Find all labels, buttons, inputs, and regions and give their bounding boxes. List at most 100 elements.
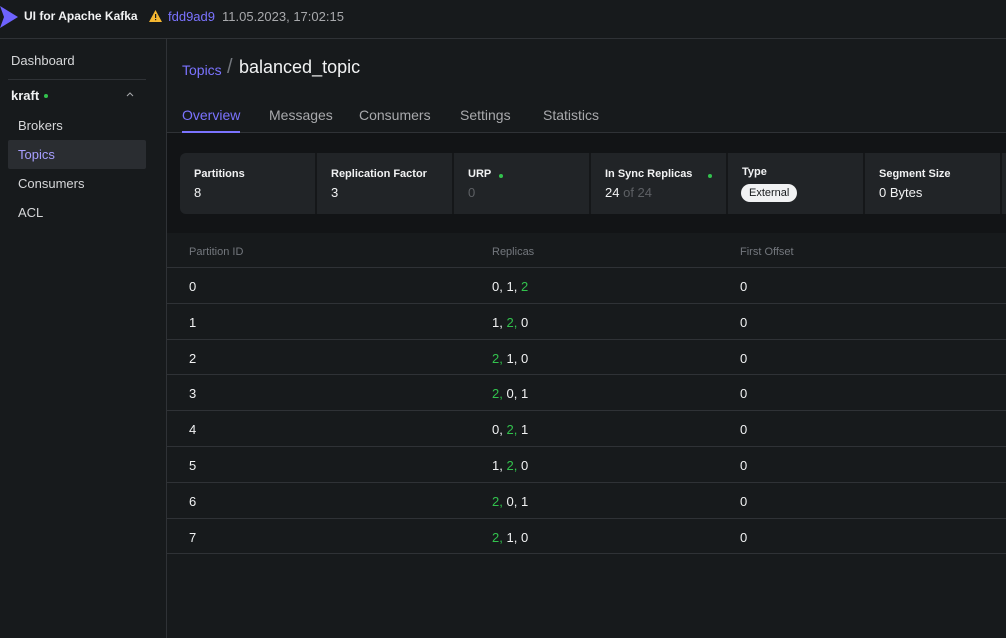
sidebar-item-consumers[interactable]: Consumers: [8, 169, 146, 198]
replica-id: 1: [506, 350, 514, 366]
stat-segment-size: Segment Size 0 Bytes: [865, 153, 1002, 214]
top-bar: UI for Apache Kafka fdd9ad9 11.05.2023, …: [0, 0, 1006, 39]
stat-type: Type External: [728, 153, 865, 214]
stat-value: 0 Bytes: [879, 185, 923, 200]
replica-id: 2: [520, 279, 529, 294]
sidebar-item-acl[interactable]: ACL: [8, 198, 146, 227]
stat-label: Partitions: [194, 168, 245, 180]
stat-partitions: Partitions 8: [180, 153, 317, 214]
stat-value: 8: [194, 185, 202, 200]
breadcrumb-topics-link[interactable]: Topics: [182, 62, 222, 78]
cell-partition-id: 6: [189, 493, 197, 509]
stat-in-sync-replicas: In Sync Replicas 24 of 24: [591, 153, 728, 214]
cell-partition-id: 0: [189, 279, 197, 294]
stat-label: Segment Size: [879, 168, 951, 180]
column-header-first-offset: First Offset: [740, 246, 794, 258]
cell-partition-id: 1: [189, 314, 197, 330]
cell-partition-id: 7: [189, 529, 197, 545]
commit-link[interactable]: fdd9ad9: [168, 9, 215, 24]
replica-id: 1: [506, 279, 514, 294]
sidebar-divider: [8, 79, 146, 80]
cell-first-offset: 0: [740, 493, 748, 509]
stat-value: 24 of 24: [605, 185, 652, 200]
sidebar: Dashboard kraft Brokers Topics Consumers…: [0, 39, 167, 638]
stat-label: In Sync Replicas: [605, 168, 693, 180]
cell-partition-id: 3: [189, 386, 197, 402]
in-sync-status-dot: [708, 174, 712, 178]
stat-value: 0: [468, 185, 476, 200]
table-body: 0 0, 1, 2 0 1 1, 2, 0 0 2 2, 1, 0 0 3 2, 0, 1 0 4 0, …: [167, 268, 1006, 555]
cell-first-offset: 0: [740, 314, 748, 330]
stat-replication-factor: Replication Factor 3: [317, 153, 454, 214]
replica-id: 1: [520, 493, 529, 509]
type-tag: External: [741, 184, 798, 202]
replica-id: 0: [520, 314, 529, 330]
replica-id: 2: [506, 457, 514, 473]
sidebar-item-topics[interactable]: Topics: [8, 140, 146, 169]
cell-replicas: 0, 2, 1: [492, 422, 529, 438]
cell-first-offset: 0: [740, 350, 748, 366]
cell-partition-id: 4: [189, 422, 197, 438]
table-row: 7 2, 1, 00: [167, 519, 1006, 555]
app-title[interactable]: UI for Apache Kafka: [24, 9, 138, 23]
cell-replicas: 1, 2, 0: [492, 314, 529, 330]
tab-settings[interactable]: Settings: [460, 107, 511, 133]
stats-band: Partitions 8 Replication Factor 3 URP 0 …: [167, 133, 1006, 233]
replica-id: 0: [520, 457, 529, 473]
warning-icon: [149, 10, 162, 22]
stat-label: Replication Factor: [331, 168, 427, 180]
sidebar-item-dashboard[interactable]: Dashboard: [11, 53, 75, 68]
tab-statistics[interactable]: Statistics: [543, 107, 599, 133]
stat-urp: URP 0: [454, 153, 591, 214]
cell-replicas: 2, 1, 0: [492, 350, 529, 366]
topic-tabs: Overview Messages Consumers Settings Sta…: [167, 101, 1006, 133]
replica-id: 2: [506, 314, 514, 330]
cell-first-offset: 0: [740, 279, 748, 294]
table-header: Partition ID Replicas First Offset: [167, 233, 1006, 268]
stat-value: 3: [331, 185, 339, 200]
main-content: Topics / balanced_topic Overview Message…: [167, 39, 1006, 638]
table-row: 3 2, 0, 10: [167, 375, 1006, 412]
partitions-table: Partition ID Replicas First Offset 0 0, 1…: [167, 233, 1006, 555]
cluster-name[interactable]: kraft: [11, 88, 39, 103]
cell-partition-id: 2: [189, 350, 197, 366]
table-row: 2 2, 1, 00: [167, 340, 1006, 376]
urp-status-dot: [499, 174, 503, 178]
build-date: 11.05.2023, 17:02:15: [222, 9, 344, 24]
replica-id: 0: [506, 493, 514, 509]
replica-id: 0: [520, 350, 529, 366]
table-row: 0 0, 1, 2 0: [167, 268, 1006, 304]
replica-id: 0: [520, 529, 529, 545]
sidebar-item-brokers[interactable]: Brokers: [8, 111, 146, 140]
tab-consumers[interactable]: Consumers: [359, 107, 431, 133]
tab-overview[interactable]: Overview: [182, 107, 241, 133]
kafka-logo-icon[interactable]: [0, 6, 18, 28]
replica-id: 0: [506, 386, 514, 402]
replica-id: 2: [506, 422, 514, 438]
cell-replicas: 2, 0, 1: [492, 386, 529, 402]
stat-label: Type: [742, 166, 767, 178]
chevron-up-icon[interactable]: [125, 90, 135, 98]
breadcrumb-separator: /: [227, 56, 233, 78]
column-header-partition-id: Partition ID: [189, 246, 244, 258]
cell-first-offset: 0: [740, 386, 748, 402]
in-sync-count: 24: [605, 185, 620, 200]
table-row: 1 1, 2, 00: [167, 304, 1006, 340]
cell-partition-id: 5: [189, 457, 197, 473]
cell-first-offset: 0: [740, 529, 748, 545]
cell-replicas: 2, 0, 1: [492, 493, 529, 509]
table-row: 6 2, 0, 10: [167, 483, 1006, 519]
column-header-replicas: Replicas: [492, 246, 535, 258]
cell-replicas: 2, 1, 0: [492, 529, 529, 545]
stat-label: URP: [468, 168, 492, 180]
table-row: 4 0, 2, 1 0: [167, 411, 1006, 447]
cell-replicas: 0, 1, 2: [492, 279, 529, 294]
tab-messages[interactable]: Messages: [269, 107, 333, 133]
page-title: balanced_topic: [239, 57, 361, 77]
cell-first-offset: 0: [740, 457, 748, 473]
replica-id: 1: [520, 422, 529, 438]
table-row: 5 1, 2, 00: [167, 447, 1006, 483]
cluster-status-dot: [44, 94, 48, 98]
in-sync-total: of 24: [623, 185, 653, 200]
cell-replicas: 1, 2, 0: [492, 457, 529, 473]
